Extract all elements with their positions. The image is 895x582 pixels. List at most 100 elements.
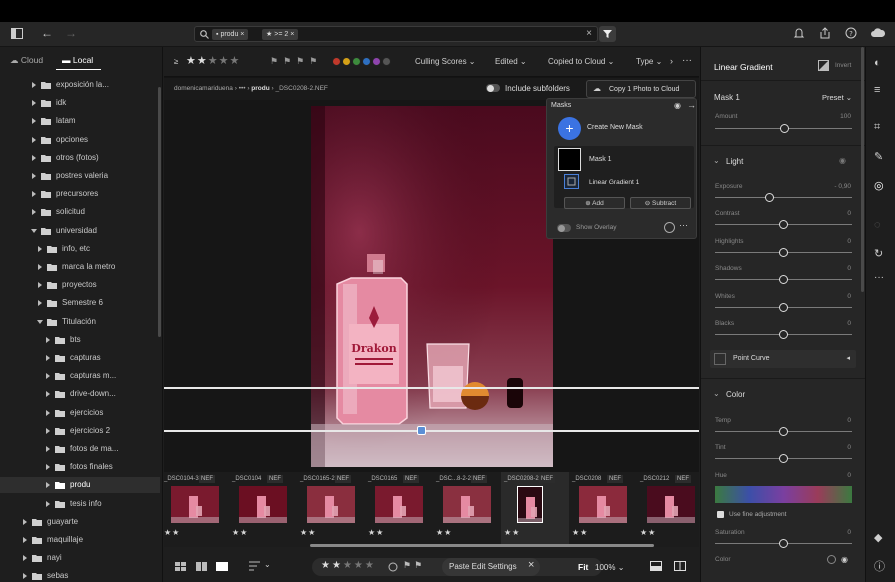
fine-adjust-checkbox[interactable] <box>717 511 724 518</box>
folder-filter-chip[interactable]: ▪ produ × <box>212 29 249 40</box>
slider-track[interactable] <box>715 197 852 198</box>
folder-item[interactable]: sebas <box>0 568 160 582</box>
film-thumbnail[interactable] <box>443 486 491 523</box>
light-chevron-icon[interactable]: ⌄ <box>713 156 720 165</box>
panel-toggle-icon[interactable] <box>11 28 23 39</box>
film-thumbnail[interactable] <box>517 486 543 523</box>
hue-gradient-bar[interactable] <box>715 486 852 503</box>
slider-knob[interactable] <box>779 302 788 312</box>
rating-operator[interactable]: ≥ <box>174 57 178 66</box>
folder-item[interactable]: capturas m... <box>0 368 160 384</box>
back-arrow-icon[interactable]: ← <box>41 27 53 39</box>
breadcrumb-folder[interactable]: produ <box>251 85 269 92</box>
gradient-icon[interactable] <box>564 174 579 189</box>
chevron-right-icon[interactable] <box>22 518 28 525</box>
copy-to-cloud-button[interactable]: ☁ Copy 1 Photo to Cloud <box>586 80 696 98</box>
info-icon[interactable]: ⓘ <box>874 558 885 574</box>
film-thumbnail[interactable] <box>647 486 695 523</box>
edited-dropdown[interactable]: Edited ⌄ <box>495 57 527 66</box>
film-item[interactable]: _DSC0165 NEF ★★ <box>365 472 433 547</box>
chevron-right-icon[interactable] <box>37 245 43 252</box>
film-item[interactable]: _DSC0165-2 NEF ★★ <box>297 472 365 547</box>
folder-item[interactable]: produ <box>0 477 160 494</box>
film-thumbnail[interactable] <box>239 486 287 523</box>
folder-item[interactable]: latam <box>0 113 160 129</box>
folder-item[interactable]: drive-down... <box>0 386 160 402</box>
mask-thumbnail[interactable] <box>558 148 581 171</box>
folder-item[interactable]: exposición la... <box>0 77 160 93</box>
chevron-right-icon[interactable] <box>31 154 37 161</box>
light-section-title[interactable]: Light <box>726 157 743 166</box>
folder-item[interactable]: ejercicios <box>0 405 160 421</box>
gradient-line-bottom[interactable] <box>164 430 699 432</box>
chevron-right-icon[interactable] <box>22 537 28 543</box>
point-curve-row[interactable]: Point Curve ◂ <box>710 350 856 368</box>
folder-item[interactable]: maquillaje <box>0 532 160 548</box>
share-icon[interactable] <box>819 27 831 39</box>
chevron-right-icon[interactable] <box>31 82 37 88</box>
film-thumbnail[interactable] <box>579 486 627 523</box>
film-thumbnail[interactable] <box>375 486 423 523</box>
slider-knob[interactable] <box>779 427 788 436</box>
flag-icons[interactable]: ⚑⚑ <box>403 560 425 571</box>
sidebar-scrollbar[interactable] <box>158 87 161 337</box>
before-after-icon[interactable] <box>674 561 686 571</box>
color-dot[interactable] <box>332 57 341 66</box>
folder-item[interactable]: info, etc <box>0 241 160 257</box>
folder-item[interactable]: Titulación <box>0 314 160 330</box>
grid-view-icon[interactable] <box>175 562 186 571</box>
chevron-right-icon[interactable] <box>45 355 51 361</box>
color-swatch-icon[interactable] <box>827 555 836 564</box>
bell-icon[interactable] <box>793 27 805 39</box>
chevron-right-icon[interactable] <box>37 264 43 270</box>
folder-item[interactable]: capturas <box>0 350 160 366</box>
sort-chevron-icon[interactable]: ⌄ <box>264 560 271 569</box>
folder-item[interactable]: nayi <box>0 550 160 566</box>
color-chevron-icon[interactable]: ⌄ <box>713 389 720 398</box>
chevron-right-icon[interactable] <box>22 555 28 562</box>
color-dot[interactable] <box>342 57 351 66</box>
chevron-right-icon[interactable] <box>45 391 51 398</box>
help-icon[interactable]: ? <box>845 27 857 39</box>
chevron-right-icon[interactable] <box>45 373 51 380</box>
invert-label[interactable]: Invert <box>835 62 851 69</box>
type-dropdown[interactable]: Type ⌄ <box>636 57 662 66</box>
film-item[interactable]: _DSC0104 NEF ★★ <box>229 472 297 547</box>
folder-item[interactable]: fotos finales <box>0 459 160 475</box>
folder-item[interactable]: Semestre 6 <box>0 295 160 311</box>
chevron-right-icon[interactable] <box>37 300 43 307</box>
chevron-down-icon[interactable] <box>31 228 37 234</box>
chevron-right-icon[interactable] <box>45 464 51 471</box>
clear-search-icon[interactable]: × <box>586 28 592 39</box>
film-item[interactable]: _DSC0208-2 NEF ★★ <box>501 472 569 547</box>
chevron-right-icon[interactable] <box>22 573 28 580</box>
color-dot[interactable] <box>372 57 381 66</box>
more-tools-icon[interactable]: ··· <box>874 272 884 283</box>
healing-icon[interactable]: ✎ <box>874 150 883 163</box>
gradient-label[interactable]: Linear Gradient 1 <box>589 179 639 186</box>
rating-filter-stars[interactable]: ★★★★★ <box>186 54 240 67</box>
photo-preview[interactable]: Drakon <box>311 106 553 467</box>
chevron-right-icon[interactable] <box>31 173 37 179</box>
filter-button[interactable] <box>599 26 616 42</box>
masking-icon[interactable]: ◎ <box>874 179 884 192</box>
create-mask-button[interactable]: + <box>558 117 581 140</box>
folder-item[interactable]: opciones <box>0 132 160 148</box>
folder-item[interactable]: idk <box>0 95 160 111</box>
film-item[interactable]: _DSC0208 NEF ★★ <box>569 472 637 547</box>
chevron-right-icon[interactable] <box>45 500 51 507</box>
tag-icon[interactable]: ◆ <box>874 531 882 544</box>
breadcrumb-dots[interactable]: ••• <box>239 85 246 92</box>
chevron-right-icon[interactable] <box>31 209 37 216</box>
chevron-right-icon[interactable] <box>45 446 51 452</box>
color-section-title[interactable]: Color <box>726 390 745 399</box>
folder-item[interactable]: ejercicios 2 <box>0 423 160 439</box>
chevron-right-icon[interactable] <box>45 336 51 343</box>
chevron-right-icon[interactable] <box>45 409 51 416</box>
chevron-right-icon[interactable] <box>31 191 37 198</box>
search-input[interactable]: ▪ produ × ★ >= 2 × × <box>194 26 598 42</box>
film-item[interactable]: _DSC...8-2-2 NEF ★★ <box>433 472 501 547</box>
folder-item[interactable]: precursores <box>0 186 160 202</box>
copied-dropdown[interactable]: Copied to Cloud ⌄ <box>548 57 614 66</box>
gradient-line-top[interactable] <box>164 387 699 389</box>
